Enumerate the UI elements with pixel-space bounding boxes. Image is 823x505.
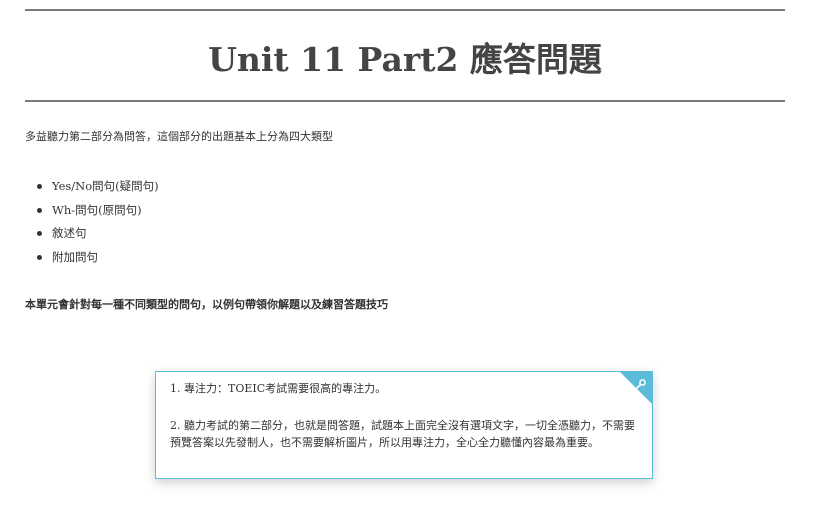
bullet-icon	[37, 184, 42, 189]
note-item-2: 2. 聽力考試的第二部分，也就是問答題，試題本上面完全沒有選項文字，一切全憑聽力…	[170, 419, 635, 449]
summary-text: 本單元會針對每一種不同類型的問句，以例句帶領你解題以及練習答題技巧	[25, 298, 388, 311]
list-item-label: 附加問句	[52, 249, 98, 264]
bullet-icon	[37, 231, 42, 236]
bullet-icon	[37, 254, 42, 260]
list-item-label: 敘述句	[52, 226, 87, 240]
tip-note: 1. 專注力：TOEIC考試需要很高的專注力。 2. 聽力考試的第二部分，也就是…	[155, 371, 653, 479]
list-item: 附加問句	[25, 247, 159, 271]
top-divider	[25, 9, 785, 11]
list-item: Yes/No問句(疑問句)	[25, 176, 159, 200]
bullet-icon	[37, 207, 42, 213]
list-item: Wh-問句(原問句)	[25, 200, 159, 224]
list-item-label: Wh-問句(原問句)	[52, 202, 142, 217]
list-item: 敘述句	[25, 223, 159, 247]
page-title: Unit 11 Part2 應答問題	[208, 40, 602, 79]
bottom-divider	[25, 100, 785, 102]
pin-icon	[635, 375, 647, 389]
list-item-label: Yes/No問句(疑問句)	[52, 179, 159, 193]
question-type-list: Yes/No問句(疑問句) Wh-問句(原問句) 敘述句 附加問句	[25, 176, 159, 270]
note-item-1: 1. 專注力：TOEIC考試需要很高的專注力。	[170, 382, 387, 395]
intro-text: 多益聽力第二部分為問答，這個部分的出題基本上分為四大類型	[25, 130, 333, 143]
